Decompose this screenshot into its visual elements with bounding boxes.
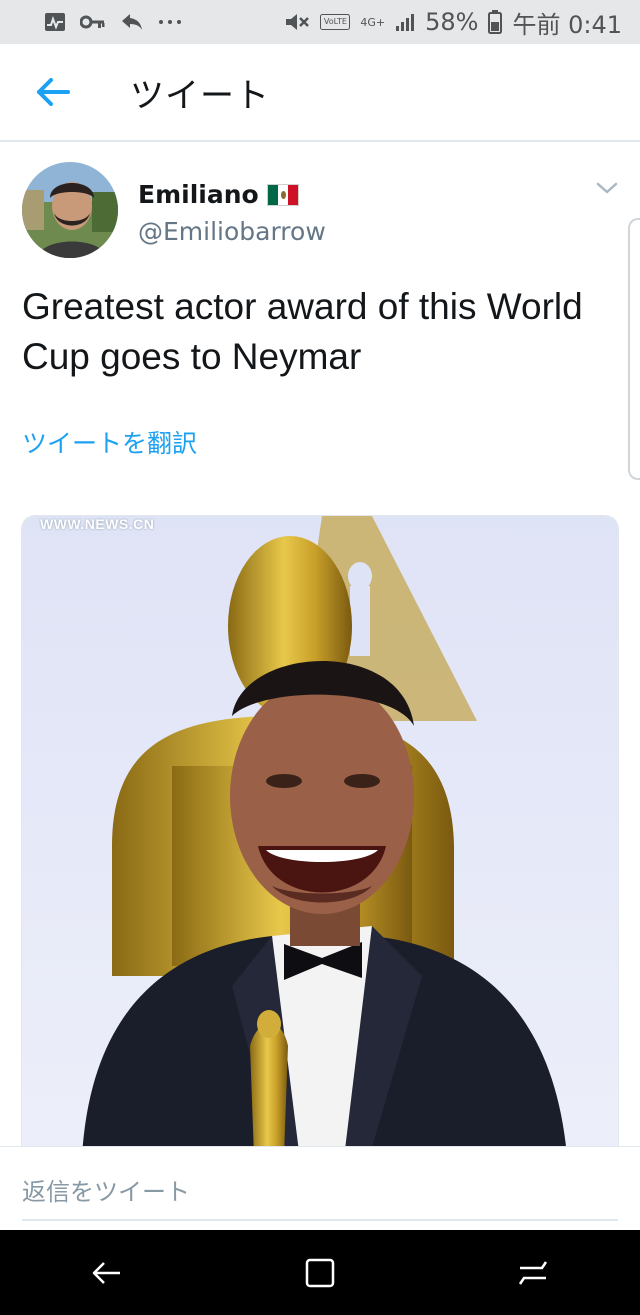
volte-badge: VoLTE <box>320 10 351 34</box>
nav-back-button[interactable] <box>67 1243 147 1303</box>
more-dots-icon <box>158 10 182 34</box>
avatar[interactable] <box>22 162 118 258</box>
reply-icon <box>120 10 144 34</box>
status-bar: VoLTE 4G+ 58% 午前 0:41 <box>0 0 640 44</box>
clock: 午前 0:41 <box>512 10 622 39</box>
display-name-row: Emiliano <box>138 180 326 209</box>
back-nav-icon <box>92 1261 120 1284</box>
volte-label: VoLTE <box>323 17 347 26</box>
media-watermark: WWW.NEWS.CN <box>40 516 155 532</box>
chevron-down-icon <box>596 182 618 194</box>
signal-icon <box>395 10 415 34</box>
user-block[interactable]: Emiliano @Emiliobarrow <box>138 180 326 246</box>
translate-tweet-link[interactable]: ツイートを翻訳 <box>22 424 197 460</box>
mute-icon <box>284 10 310 34</box>
reply-input[interactable]: 返信をツイート <box>22 1163 618 1221</box>
mexico-flag-icon <box>266 183 299 206</box>
tweet-detail: Emiliano @Emiliobarrow Greatest actor aw… <box>0 144 640 1146</box>
back-arrow-icon <box>37 78 70 106</box>
back-button[interactable] <box>0 43 106 141</box>
nav-home-button[interactable] <box>280 1243 360 1303</box>
username[interactable]: @Emiliobarrow <box>138 217 326 246</box>
activity-icon <box>44 10 66 34</box>
battery-icon <box>488 10 503 34</box>
key-icon <box>80 10 106 34</box>
app-header: ツイート <box>0 44 640 142</box>
home-nav-icon <box>305 1258 335 1287</box>
display-name[interactable]: Emiliano <box>138 180 259 209</box>
tweet-options-button[interactable] <box>594 178 620 198</box>
reply-bar: 返信をツイート <box>0 1146 640 1230</box>
battery-percent: 58% <box>425 8 479 36</box>
network-label: 4G+ <box>360 15 386 29</box>
tweet-media-image[interactable]: WWW.NEWS.CN <box>21 515 619 1146</box>
status-right-icons: VoLTE 4G+ 58% 午前 0:41 <box>284 5 622 40</box>
system-nav-bar <box>0 1230 640 1315</box>
scroll-indicator <box>628 218 640 480</box>
recents-nav-icon <box>519 1260 548 1285</box>
page-title: ツイート <box>130 75 270 116</box>
nav-recents-button[interactable] <box>493 1243 573 1303</box>
status-left-icons <box>44 10 182 34</box>
tweet-text: Greatest actor award of this World Cup g… <box>22 286 583 377</box>
